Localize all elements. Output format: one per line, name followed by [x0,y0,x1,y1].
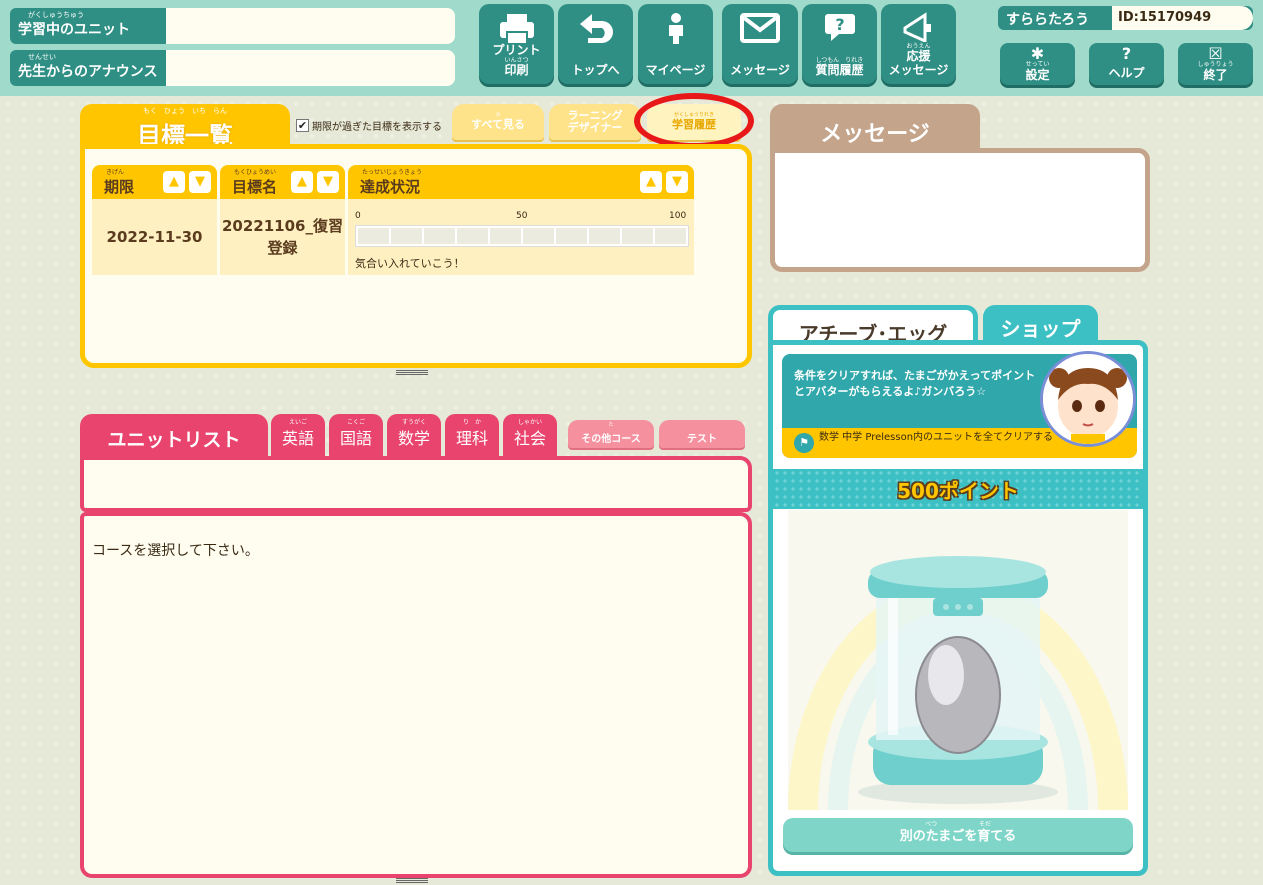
see-all-button[interactable]: み すべて見る [452,104,544,140]
svg-text:?: ? [835,15,844,34]
resize-handle[interactable] [396,878,428,883]
avatar [1040,351,1136,447]
announce-value [166,50,455,86]
mission-description: 条件をクリアすれば、たまごがかえってポイントとアバターがもらえるよ♪ガンバろう☆ [794,369,1036,398]
envelope-icon [722,12,798,44]
learning-designer-button[interactable]: ラーニング デザイナー [549,104,641,140]
highlight-circle [634,93,754,149]
sort-up-icon[interactable]: ▲ [640,171,662,193]
achieve-egg-panel: 条件をクリアすれば、たまごがかえってポイントとアバターがもらえるよ♪ガンバろう☆… [768,340,1148,876]
current-unit-row: がくしゅうちゅう 学習中のユニット [10,8,455,44]
resize-handle[interactable] [396,370,428,375]
megaphone-icon [881,12,956,44]
subject-tab-math[interactable]: すうがく 数学 [387,414,441,456]
unit-list-panel: コースを選択して下さい。 [80,512,752,878]
goal-progress-bar [355,225,689,247]
column-progress: たっせいじょうきょう 達成状況 ▲ ▼ [348,165,694,199]
goals-tab: もく ひょう いち らん 目標一覧 [80,104,290,150]
question-history-button[interactable]: ? しつもん りれき 質問履歴 [802,4,877,84]
subject-tab-science[interactable]: り か理科 [445,414,499,456]
tab-shop[interactable]: ショップ [983,305,1098,345]
message-tab: メッセージ [770,104,980,152]
test-button[interactable]: テスト [659,420,745,448]
subject-tab-social[interactable]: しゃかい 社会 [503,414,557,456]
other-course-button[interactable]: たその他コース [568,420,654,448]
subject-tab-japanese[interactable]: こくご 国語 [329,414,383,456]
points-value: 500ポイント [897,479,1019,503]
help-button[interactable]: ? ヘルプ [1089,43,1164,85]
printer-icon [479,12,554,45]
sort-up-icon[interactable]: ▲ [291,171,313,193]
user-info: すららたろう ID:15170949 [998,6,1253,30]
mypage-button[interactable]: マイページ [638,4,713,84]
goal-comment: 気合い入れていこう！ [355,257,465,270]
empty-message: コースを選択して下さい。 [92,543,259,559]
announce-label: せんせい 先生からのアナウンス [10,50,166,86]
top-button[interactable]: トップへ [558,4,633,84]
column-deadline: きげん 期限 ▲ ▼ [92,165,217,199]
sort-down-icon[interactable]: ▼ [666,171,688,193]
settings-button[interactable]: ✱ せってい 設定 [1000,43,1075,85]
goal-deadline: 2022-11-30 [92,199,217,275]
goal-name: 20221106_復習 登録 [220,199,345,275]
exit-button[interactable]: ☒ しゅうりょう 終了 [1178,43,1253,85]
sort-down-icon[interactable]: ▼ [317,171,339,193]
person-icon [638,12,713,44]
points-bar: 500ポイント [773,469,1143,509]
question-bubble-icon: ? [802,12,877,44]
close-icon: ☒ [1208,44,1223,63]
message-button[interactable]: メッセージ [722,4,798,84]
checkmark-icon[interactable]: ✔ [296,119,309,132]
flag-icon: ⚑ [794,433,814,453]
question-mark-icon: ? [1121,44,1132,63]
user-name: すららたろう [1006,12,1090,28]
current-unit-label: がくしゅうちゅう 学習中のユニット [10,8,166,44]
return-arrow-icon [558,12,633,44]
announce-row: せんせい 先生からのアナウンス [10,50,455,86]
gear-icon: ✱ [1030,44,1045,63]
show-expired-checkbox[interactable]: ✔ 期限が過ぎた目標を表示する [296,118,442,133]
subject-tab-english[interactable]: えいご 英語 [271,414,325,456]
print-button[interactable]: プリント いんさつ 印刷 [479,4,554,84]
current-unit-value [166,8,455,44]
column-goal-name: もくひょうめい 目標名 ▲ ▼ [220,165,345,199]
tab-achieve-egg[interactable]: アチーブ･エッグ [768,305,978,346]
egg-capsule [788,510,1128,810]
goals-panel: きげん 期限 ▲ ▼ もくひょうめい 目標名 ▲ ▼ たっせいじょうきょう 達成… [80,144,752,368]
sort-down-icon[interactable]: ▼ [189,171,211,193]
sort-up-icon[interactable]: ▲ [163,171,185,193]
unit-filter-area [80,456,752,512]
grow-another-egg-button[interactable]: べつ そだ 別のたまごを育てる [783,818,1133,852]
user-id: ID:15170949 [1112,6,1253,30]
header-bar: がくしゅうちゅう 学習中のユニット せんせい 先生からのアナウンス プリント いん… [0,0,1263,96]
unit-list-tab: ユニットリスト [80,414,268,458]
message-panel [770,148,1150,272]
cheer-message-button[interactable]: おうえん 応援 メッセージ [881,4,956,84]
